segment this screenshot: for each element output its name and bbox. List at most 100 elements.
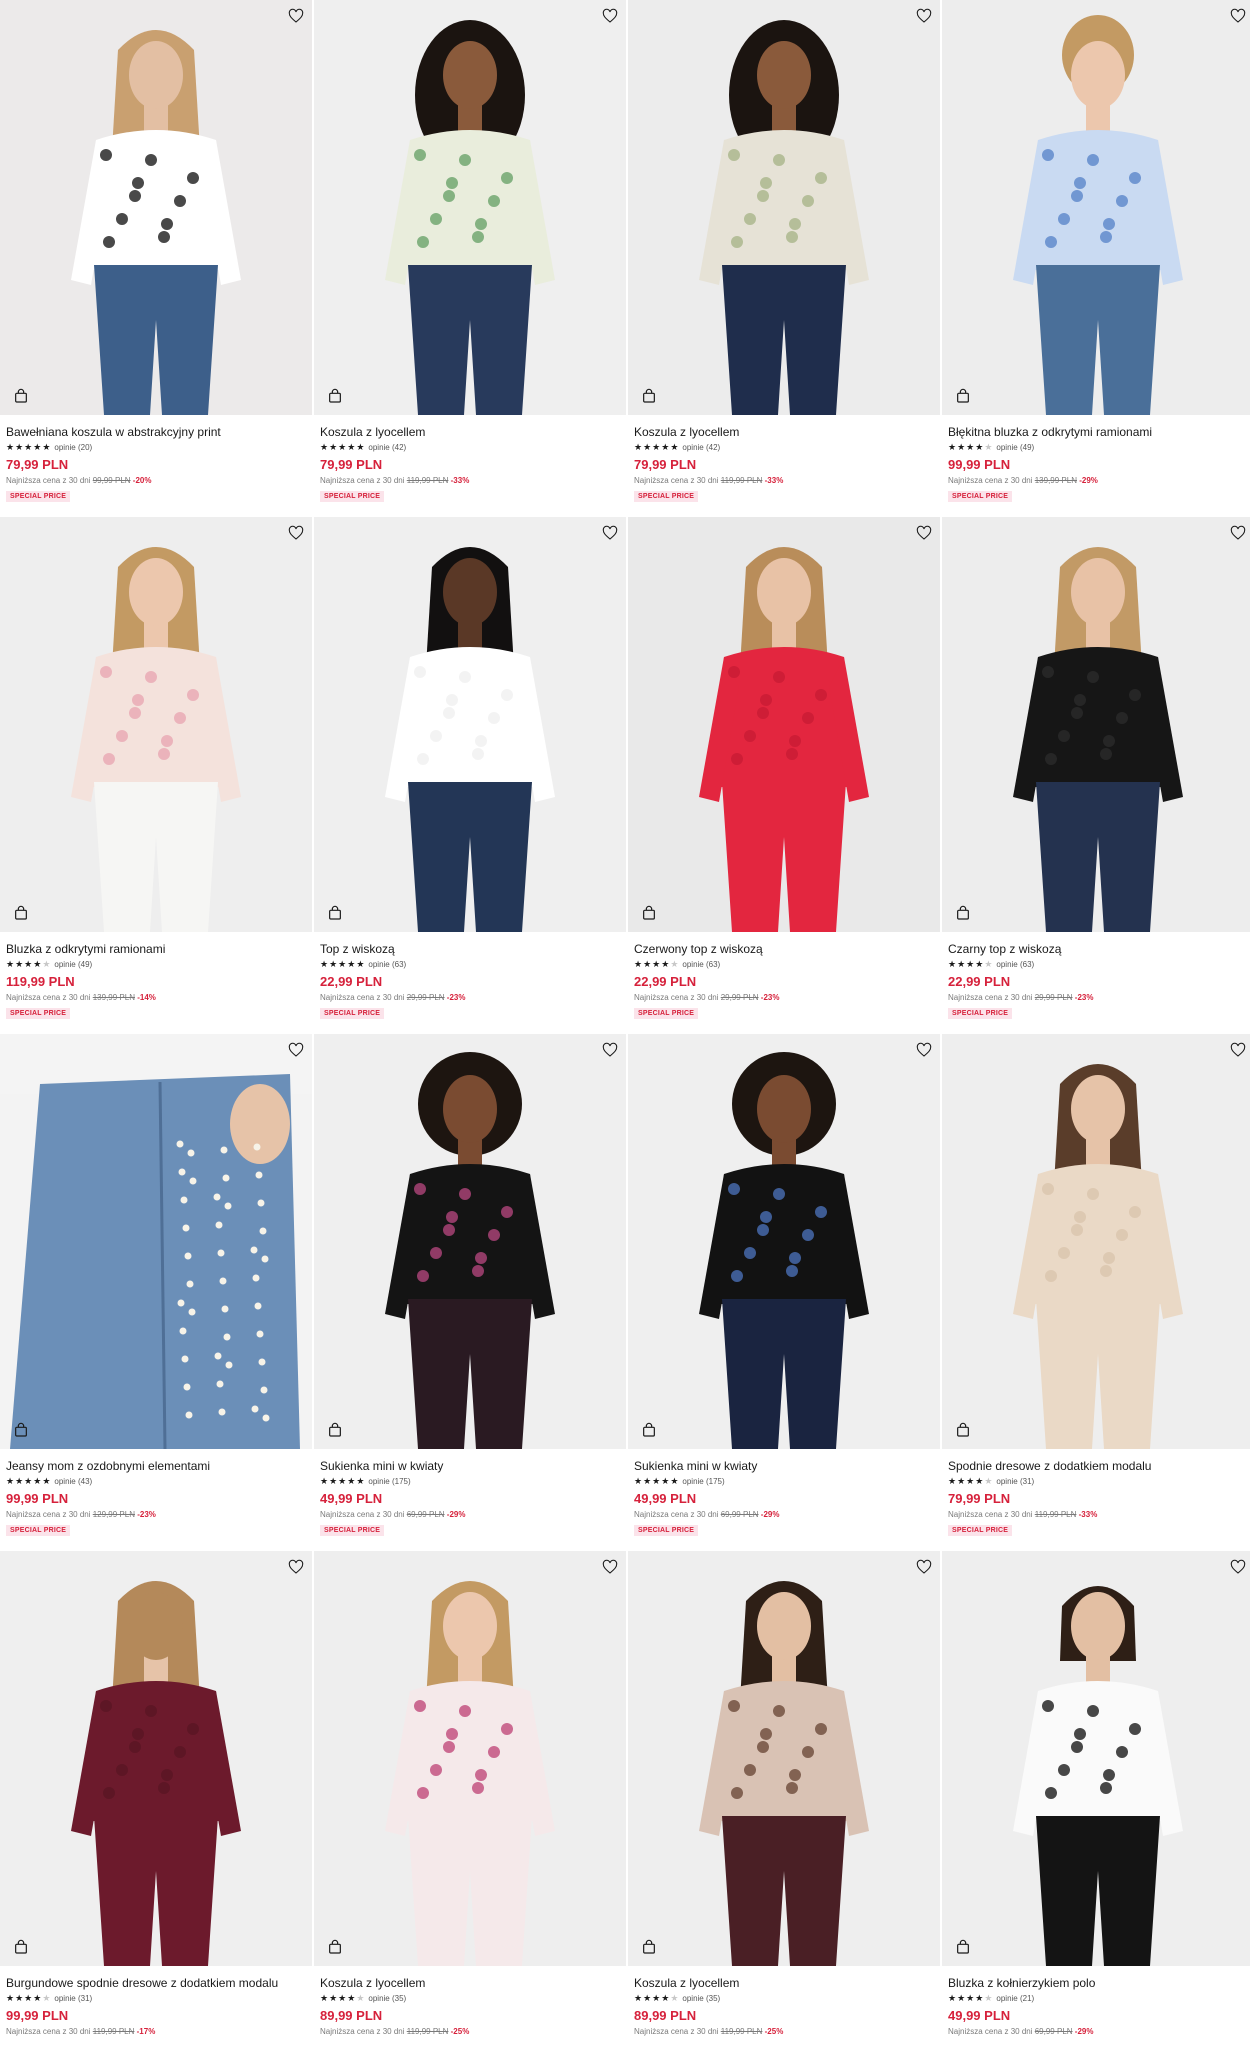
product-card[interactable]: Sukienka mini w kwiaty ★ ★ ★ ★ ★ opinie (175) 4…: [628, 1034, 940, 1551]
product-card[interactable]: Czarny top z wiskozą ★ ★ ★ ★ ★ opinie (63) 22,9…: [942, 517, 1250, 1034]
product-card[interactable]: Bawełniana koszula w abstrakcyjny print ★…: [0, 0, 312, 517]
product-image[interactable]: [314, 0, 626, 415]
heart-icon[interactable]: [286, 1557, 306, 1577]
product-image[interactable]: [314, 1034, 626, 1449]
product-name-link[interactable]: Jeansy mom z ozdobnymi elementami: [6, 1459, 306, 1474]
product-image[interactable]: [942, 1034, 1250, 1449]
heart-icon[interactable]: [600, 1557, 620, 1577]
discount-percent: -33%: [764, 476, 784, 485]
product-card[interactable]: Burgundowe spodnie dresowe z dodatkiem m…: [0, 1551, 312, 2068]
heart-icon[interactable]: [914, 1040, 934, 1060]
heart-icon[interactable]: [914, 523, 934, 543]
product-image[interactable]: [628, 1551, 940, 1966]
heart-icon[interactable]: [600, 1040, 620, 1060]
heart-icon[interactable]: [1228, 523, 1248, 543]
product-card[interactable]: Błękitna bluzka z odkrytymi ramionami ★ ★ ★…: [942, 0, 1250, 517]
product-card[interactable]: Bluzka z kołnierzykiem polo ★ ★ ★ ★ ★ opinie (…: [942, 1551, 1250, 2068]
product-image[interactable]: [0, 0, 312, 415]
star-icon: ★: [957, 1476, 966, 1486]
shopping-bag-icon[interactable]: [10, 902, 32, 924]
product-photo: [314, 1034, 626, 1449]
product-image[interactable]: [0, 1551, 312, 1966]
product-image[interactable]: [942, 0, 1250, 415]
product-price: 22,99 PLN: [320, 974, 383, 989]
shopping-bag-icon[interactable]: [324, 385, 346, 407]
rating-stars: ★ ★ ★ ★ ★: [320, 1994, 364, 2003]
shopping-bag-icon[interactable]: [638, 902, 660, 924]
shopping-bag-icon[interactable]: [952, 385, 974, 407]
star-icon: ★: [957, 1993, 966, 2003]
product-name-link[interactable]: Czerwony top z wiskozą: [634, 942, 934, 957]
product-image[interactable]: [628, 517, 940, 932]
product-card[interactable]: Koszula z lyocellem ★ ★ ★ ★ ★ opinie (42) 79,99…: [314, 0, 626, 517]
product-card[interactable]: Spodnie dresowe z dodatkiem modalu ★ ★ ★ ★ ★ o…: [942, 1034, 1250, 1551]
product-image[interactable]: [942, 517, 1250, 932]
shopping-bag-icon[interactable]: [10, 1936, 32, 1958]
heart-icon[interactable]: [1228, 1040, 1248, 1060]
shopping-bag-icon[interactable]: [10, 385, 32, 407]
product-name-link[interactable]: Bluzka z kołnierzykiem polo: [948, 1976, 1248, 1991]
product-image[interactable]: [942, 1551, 1250, 1966]
star-icon: ★: [670, 1476, 679, 1486]
product-card[interactable]: Bluzka z odkrytymi ramionami ★ ★ ★ ★ ★ opinie …: [0, 517, 312, 1034]
star-icon: ★: [948, 1476, 957, 1486]
lowest-price-label: Najniższa cena z 30 dni: [948, 476, 1033, 485]
shopping-bag-icon[interactable]: [638, 1936, 660, 1958]
lowest-price-note: Najniższa cena z 30 dni 119,99 PLN -33%: [948, 1510, 1248, 1519]
product-card[interactable]: Top z wiskozą ★ ★ ★ ★ ★ opinie (63) 22,99 PLN Na…: [314, 517, 626, 1034]
heart-icon[interactable]: [600, 523, 620, 543]
product-name-link[interactable]: Sukienka mini w kwiaty: [320, 1459, 620, 1474]
product-info: Bluzka z kołnierzykiem polo ★ ★ ★ ★ ★ opinie (…: [942, 1966, 1250, 2036]
product-card[interactable]: Koszula z lyocellem ★ ★ ★ ★ ★ opinie (42) 79,99…: [628, 0, 940, 517]
product-name-link[interactable]: Burgundowe spodnie dresowe z dodatkiem m…: [6, 1976, 306, 1991]
product-card[interactable]: Jeansy mom z ozdobnymi elementami ★ ★ ★ ★ ★ op…: [0, 1034, 312, 1551]
product-image[interactable]: [628, 0, 940, 415]
lowest-price-label: Najniższa cena z 30 dni: [320, 1510, 405, 1519]
star-icon: ★: [338, 1993, 347, 2003]
heart-icon[interactable]: [914, 1557, 934, 1577]
heart-icon[interactable]: [1228, 6, 1248, 26]
product-name-link[interactable]: Błękitna bluzka z odkrytymi ramionami: [948, 425, 1248, 440]
rating-stars: ★ ★ ★ ★ ★: [948, 1994, 992, 2003]
heart-icon[interactable]: [286, 6, 306, 26]
product-image[interactable]: [0, 517, 312, 932]
product-name-link[interactable]: Czarny top z wiskozą: [948, 942, 1248, 957]
product-name-link[interactable]: Top z wiskozą: [320, 942, 620, 957]
product-name-link[interactable]: Bawełniana koszula w abstrakcyjny print: [6, 425, 306, 440]
special-price-badge: SPECIAL PRICE: [634, 491, 699, 502]
shopping-bag-icon[interactable]: [324, 1419, 346, 1441]
shopping-bag-icon[interactable]: [952, 1419, 974, 1441]
shopping-bag-icon[interactable]: [952, 1936, 974, 1958]
product-card[interactable]: Czerwony top z wiskozą ★ ★ ★ ★ ★ opinie (63) 22…: [628, 517, 940, 1034]
product-image[interactable]: [314, 1551, 626, 1966]
product-name-link[interactable]: Koszula z lyocellem: [320, 425, 620, 440]
product-name-link[interactable]: Koszula z lyocellem: [320, 1976, 620, 1991]
star-icon: ★: [6, 442, 15, 452]
product-rating: ★ ★ ★ ★ ★ opinie (49): [948, 442, 1248, 453]
shopping-bag-icon[interactable]: [638, 385, 660, 407]
product-name-link[interactable]: Sukienka mini w kwiaty: [634, 1459, 934, 1474]
shopping-bag-icon[interactable]: [952, 902, 974, 924]
heart-icon[interactable]: [914, 6, 934, 26]
heart-icon[interactable]: [600, 6, 620, 26]
product-image[interactable]: [0, 1034, 312, 1449]
heart-icon[interactable]: [1228, 1557, 1248, 1577]
product-name-link[interactable]: Koszula z lyocellem: [634, 425, 934, 440]
product-image[interactable]: [314, 517, 626, 932]
heart-icon[interactable]: [286, 523, 306, 543]
product-card[interactable]: Koszula z lyocellem ★ ★ ★ ★ ★ opinie (35) 89,99…: [628, 1551, 940, 2068]
product-info: Czerwony top z wiskozą ★ ★ ★ ★ ★ opinie (63) 22…: [628, 932, 940, 1020]
product-card[interactable]: Koszula z lyocellem ★ ★ ★ ★ ★ opinie (35) 89,99…: [314, 1551, 626, 2068]
product-image[interactable]: [628, 1034, 940, 1449]
product-card[interactable]: Sukienka mini w kwiaty ★ ★ ★ ★ ★ opinie (175) 4…: [314, 1034, 626, 1551]
product-name-link[interactable]: Bluzka z odkrytymi ramionami: [6, 942, 306, 957]
shopping-bag-icon[interactable]: [324, 902, 346, 924]
product-name-link[interactable]: Spodnie dresowe z dodatkiem modalu: [948, 1459, 1248, 1474]
shopping-bag-icon[interactable]: [10, 1419, 32, 1441]
old-price: 119,99 PLN: [92, 2027, 135, 2036]
product-photo: [0, 1551, 312, 1966]
shopping-bag-icon[interactable]: [324, 1936, 346, 1958]
product-name-link[interactable]: Koszula z lyocellem: [634, 1976, 934, 1991]
heart-icon[interactable]: [286, 1040, 306, 1060]
shopping-bag-icon[interactable]: [638, 1419, 660, 1441]
